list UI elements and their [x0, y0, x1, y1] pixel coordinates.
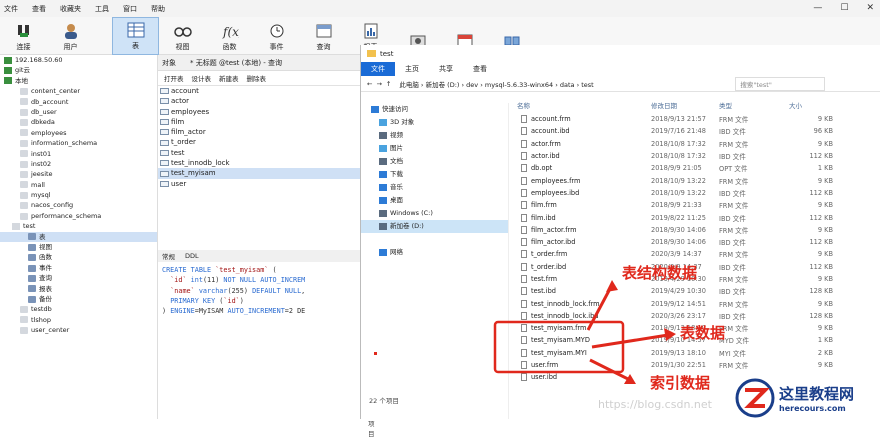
annotation-structure: 表结构数据	[622, 264, 698, 282]
arrowhead-structure	[606, 280, 618, 292]
highlight-box	[493, 320, 625, 374]
site-logo-icon	[735, 378, 775, 417]
arrowhead-data	[664, 328, 676, 341]
faint-watermark: https://blog.csdn.net	[598, 398, 712, 411]
red-dot	[374, 352, 377, 355]
site-url: herecours.com	[779, 403, 846, 413]
annotation-index: 索引数据	[650, 374, 711, 392]
arrow-data	[591, 333, 669, 349]
site-name: 这里教程网	[779, 384, 855, 403]
site-watermark: 这里教程网 herecours.com	[735, 376, 880, 419]
annotation-data: 表数据	[680, 324, 726, 342]
annotation-overlay	[374, 280, 676, 384]
